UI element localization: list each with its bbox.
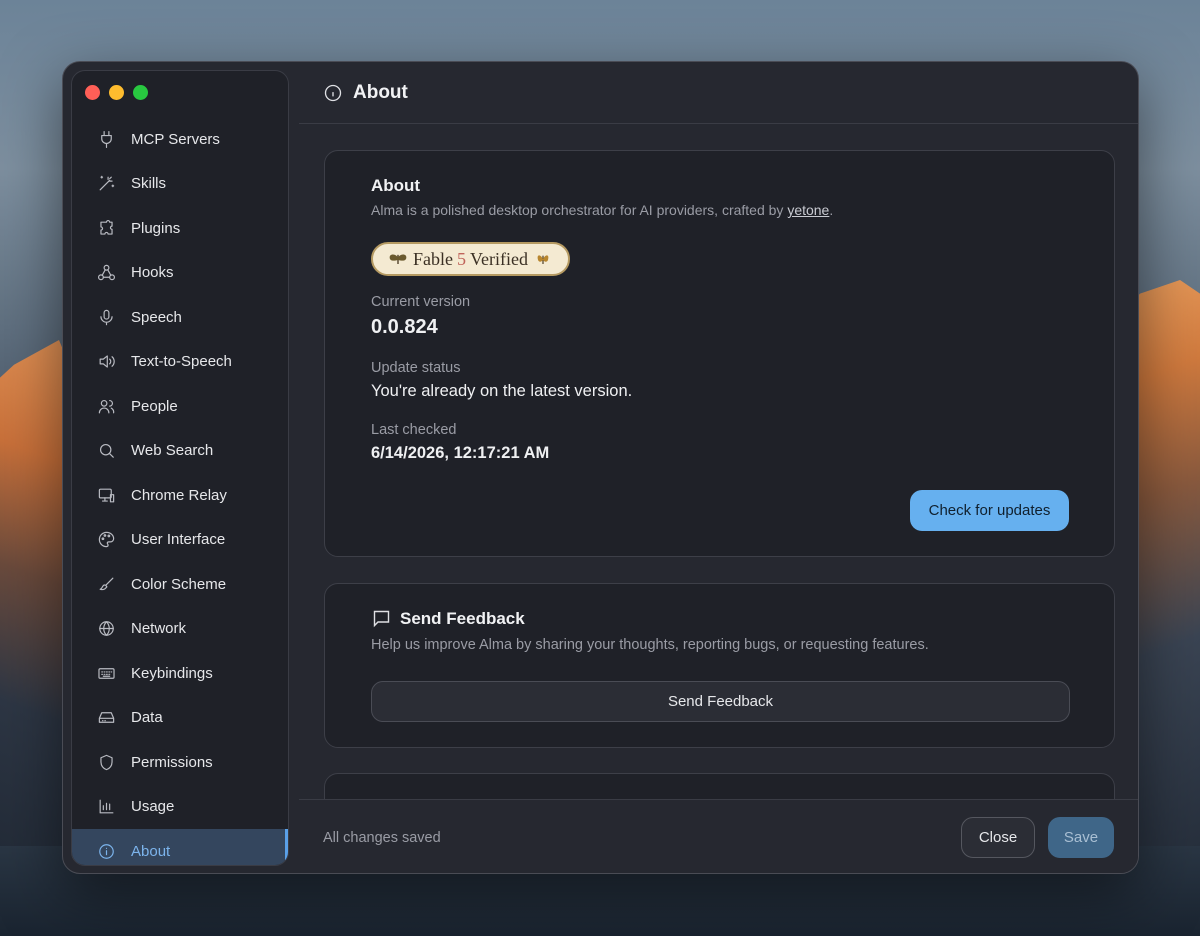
monitor-icon	[96, 485, 116, 505]
sidebar-item-data[interactable]: Data	[72, 696, 288, 741]
sidebar-item-skills[interactable]: Skills	[72, 162, 288, 207]
description-text: Alma is a polished desktop orchestrator …	[371, 202, 788, 218]
close-window-button[interactable]	[85, 85, 100, 100]
feedback-title-text: Send Feedback	[400, 608, 525, 628]
sidebar-item-label: About	[131, 842, 171, 860]
settings-content[interactable]: About Alma is a polished desktop orchest…	[299, 125, 1138, 799]
update-status-label: Update status	[371, 360, 461, 376]
sidebar-item-speech[interactable]: Speech	[72, 295, 288, 340]
bar-chart-icon	[96, 797, 116, 817]
last-checked-value: 6/14/2026, 12:17:21 AM	[371, 444, 550, 462]
page-header: About	[299, 62, 1138, 124]
sidebar-item-label: Permissions	[131, 753, 213, 771]
badge-number: 5	[457, 248, 466, 269]
verified-badge: Fable 5 Verified	[371, 242, 570, 276]
footer-bar: All changes saved Close Save	[299, 799, 1138, 873]
sidebar-nav: MCP Servers Skills Plugins Hooks Speech …	[72, 117, 288, 865]
sidebar-item-label: MCP Servers	[131, 130, 220, 148]
feedback-card: Send Feedback Help us improve Alma by sh…	[324, 583, 1115, 748]
sidebar-item-color-scheme[interactable]: Color Scheme	[72, 562, 288, 607]
sidebar-item-hooks[interactable]: Hooks	[72, 251, 288, 296]
keyboard-icon	[96, 663, 116, 683]
sidebar-item-label: Color Scheme	[131, 575, 227, 593]
webhook-icon	[96, 263, 116, 283]
author-link[interactable]: yetone	[787, 202, 829, 218]
brush-icon	[96, 574, 116, 594]
update-status-value: You're already on the latest version.	[371, 382, 633, 400]
last-checked-label: Last checked	[371, 422, 457, 438]
about-card: About Alma is a polished desktop orchest…	[324, 150, 1115, 557]
check-for-updates-button[interactable]: Check for updates	[910, 490, 1069, 531]
sidebar-item-permissions[interactable]: Permissions	[72, 740, 288, 785]
people-icon	[96, 396, 116, 416]
sidebar-item-web-search[interactable]: Web Search	[72, 429, 288, 474]
search-icon	[96, 441, 116, 461]
sidebar-item-usage[interactable]: Usage	[72, 785, 288, 830]
sidebar-item-label: Skills	[131, 175, 167, 193]
window-controls	[85, 85, 148, 100]
sidebar-item-label: Plugins	[131, 219, 181, 237]
minimize-window-button[interactable]	[109, 85, 124, 100]
sidebar-item-chrome-relay[interactable]: Chrome Relay	[72, 473, 288, 518]
close-button[interactable]: Close	[961, 817, 1035, 858]
moth-icon	[389, 254, 407, 264]
sidebar-item-label: User Interface	[131, 531, 226, 549]
sidebar-item-keybindings[interactable]: Keybindings	[72, 651, 288, 696]
save-button[interactable]: Save	[1048, 817, 1114, 858]
sidebar-item-label: Data	[131, 709, 163, 727]
current-version-value: 0.0.824	[371, 316, 438, 338]
sidebar-item-label: Text-to-Speech	[131, 353, 232, 371]
sidebar-item-label: Speech	[131, 308, 182, 326]
feedback-description: Help us improve Alma by sharing your tho…	[371, 637, 929, 653]
sidebar-item-label: Hooks	[131, 264, 174, 282]
sidebar: MCP Servers Skills Plugins Hooks Speech …	[71, 70, 289, 866]
badge-word-verified: Verified	[470, 248, 528, 269]
microphone-icon	[96, 307, 116, 327]
sidebar-item-label: Usage	[131, 798, 175, 816]
about-description: Alma is a polished desktop orchestrator …	[371, 202, 833, 218]
sidebar-item-network[interactable]: Network	[72, 607, 288, 652]
info-icon	[324, 84, 342, 101]
sidebar-item-user-interface[interactable]: User Interface	[72, 518, 288, 563]
sidebar-item-label: Chrome Relay	[131, 486, 227, 504]
speaker-icon	[96, 352, 116, 372]
sidebar-item-text-to-speech[interactable]: Text-to-Speech	[72, 340, 288, 385]
sidebar-item-label: Keybindings	[131, 664, 213, 682]
sidebar-item-label: Network	[131, 620, 187, 638]
info-icon	[96, 841, 116, 861]
zoom-window-button[interactable]	[133, 85, 148, 100]
about-card-title: About	[371, 176, 421, 195]
sidebar-item-about[interactable]: About	[72, 829, 288, 865]
next-card	[324, 773, 1115, 799]
save-status: All changes saved	[323, 830, 441, 846]
magic-wand-icon	[96, 174, 116, 194]
shield-icon	[96, 752, 116, 772]
puzzle-icon	[96, 218, 116, 238]
palette-icon	[96, 530, 116, 550]
page-title: About	[353, 81, 408, 103]
sidebar-item-plugins[interactable]: Plugins	[72, 206, 288, 251]
feedback-title: Send Feedback	[371, 608, 525, 629]
sidebar-item-mcp-servers[interactable]: MCP Servers	[72, 117, 288, 162]
message-icon	[373, 610, 390, 628]
globe-icon	[96, 619, 116, 639]
settings-window: MCP Servers Skills Plugins Hooks Speech …	[62, 61, 1139, 874]
current-version-label: Current version	[371, 294, 471, 310]
sidebar-item-label: People	[131, 397, 178, 415]
description-end: .	[829, 202, 834, 218]
drive-icon	[96, 708, 116, 728]
send-feedback-button[interactable]: Send Feedback	[371, 681, 1070, 722]
badge-word-fable: Fable	[413, 248, 453, 269]
plug-icon	[96, 129, 116, 149]
sidebar-item-label: Web Search	[131, 442, 214, 460]
sidebar-item-people[interactable]: People	[72, 384, 288, 429]
butterfly-icon	[537, 255, 549, 264]
